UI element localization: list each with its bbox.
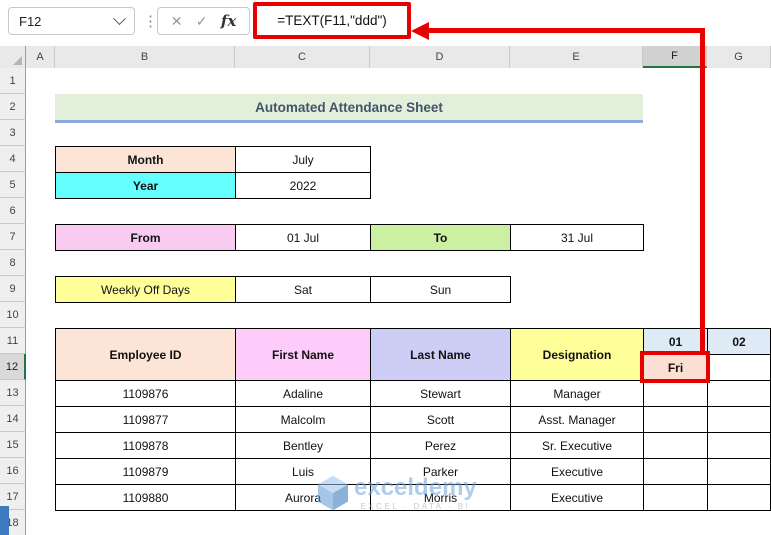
designation-cell[interactable]: Executive <box>510 484 644 511</box>
column-header-a[interactable]: A <box>26 46 55 68</box>
formula-controls: ✕ ✓ fx <box>157 7 250 35</box>
to-label-cell[interactable]: To <box>370 224 511 251</box>
row-header-4[interactable]: 4 <box>0 146 26 172</box>
from-label-cell[interactable]: From <box>55 224 236 251</box>
sheet-title-cell[interactable]: Automated Attendance Sheet <box>55 94 643 123</box>
insert-function-icon[interactable]: fx <box>221 12 236 30</box>
to-value-cell[interactable]: 31 Jul <box>510 224 644 251</box>
designation-cell[interactable]: Manager <box>510 380 644 407</box>
last-name-cell[interactable]: Parker <box>370 458 511 485</box>
column-header-f-selected[interactable]: F <box>643 46 707 68</box>
weekly-off-day1-cell[interactable]: Sat <box>235 276 371 303</box>
attendance-cell-empty[interactable] <box>707 432 771 459</box>
row-header-12-selected[interactable]: 12 <box>0 354 26 380</box>
cancel-icon[interactable]: ✕ <box>171 13 183 30</box>
attendance-cell-empty[interactable] <box>643 484 708 511</box>
row-header-14[interactable]: 14 <box>0 406 26 432</box>
name-box[interactable]: F12 <box>8 7 135 35</box>
designation-cell[interactable]: Asst. Manager <box>510 406 644 433</box>
row-header-6[interactable]: 6 <box>0 198 26 224</box>
cell-g12[interactable] <box>707 354 771 381</box>
formula-bar-region: F12 ⋮ ✕ ✓ fx =TEXT(F11,"ddd") <box>0 0 771 46</box>
annotation-arrow-horizontal <box>428 28 705 33</box>
year-value-cell[interactable]: 2022 <box>235 172 371 199</box>
excel-window: F12 ⋮ ✕ ✓ fx =TEXT(F11,"ddd") A B C D E … <box>0 0 771 535</box>
row-header-8[interactable]: 8 <box>0 250 26 276</box>
row-header-16[interactable]: 16 <box>0 458 26 484</box>
month-label-cell[interactable]: Month <box>55 146 236 173</box>
column-header-g[interactable]: G <box>707 46 771 68</box>
last-name-cell[interactable]: Scott <box>370 406 511 433</box>
attendance-cell-empty[interactable] <box>643 458 708 485</box>
employee-id-cell[interactable]: 1109880 <box>55 484 236 511</box>
column-header-d[interactable]: D <box>370 46 510 68</box>
row-header-9[interactable]: 9 <box>0 276 26 302</box>
first-name-cell[interactable]: Adaline <box>235 380 371 407</box>
employee-id-cell[interactable]: 1109877 <box>55 406 236 433</box>
month-value-cell[interactable]: July <box>235 146 371 173</box>
confirm-icon[interactable]: ✓ <box>196 13 208 30</box>
employee-id-cell[interactable]: 1109878 <box>55 432 236 459</box>
column-header-e[interactable]: E <box>510 46 643 68</box>
first-name-cell[interactable]: Luis <box>235 458 371 485</box>
header-day-02[interactable]: 02 <box>707 328 771 355</box>
weekly-off-label-cell[interactable]: Weekly Off Days <box>55 276 236 303</box>
row-header-11[interactable]: 11 <box>0 328 26 354</box>
attendance-cell-empty[interactable] <box>707 406 771 433</box>
chevron-down-icon[interactable] <box>113 11 126 25</box>
from-value-cell[interactable]: 01 Jul <box>235 224 371 251</box>
header-designation[interactable]: Designation <box>510 328 644 381</box>
last-name-cell[interactable]: Stewart <box>370 380 511 407</box>
row-header-2[interactable]: 2 <box>0 94 26 120</box>
header-employee-id[interactable]: Employee ID <box>55 328 236 381</box>
first-name-cell[interactable]: Bentley <box>235 432 371 459</box>
last-name-cell[interactable]: Perez <box>370 432 511 459</box>
row-header-7[interactable]: 7 <box>0 224 26 250</box>
weekly-off-day2-cell[interactable]: Sun <box>370 276 511 303</box>
last-name-cell[interactable]: Morris <box>370 484 511 511</box>
window-edge-strip <box>0 506 9 535</box>
attendance-cell-empty[interactable] <box>707 458 771 485</box>
row-header-1[interactable]: 1 <box>0 68 26 94</box>
designation-cell[interactable]: Executive <box>510 458 644 485</box>
attendance-cell-empty[interactable] <box>707 484 771 511</box>
attendance-cell-empty[interactable] <box>643 380 708 407</box>
select-all-corner[interactable] <box>0 46 26 68</box>
header-last-name[interactable]: Last Name <box>370 328 511 381</box>
employee-id-cell[interactable]: 1109879 <box>55 458 236 485</box>
attendance-cell-empty[interactable] <box>643 406 708 433</box>
annotation-arrowhead <box>411 22 429 40</box>
year-label-cell[interactable]: Year <box>55 172 236 199</box>
formula-input[interactable]: =TEXT(F11,"ddd") <box>253 2 411 39</box>
name-box-value: F12 <box>19 13 42 29</box>
formula-text: =TEXT(F11,"ddd") <box>277 13 387 28</box>
separator-dots-icon: ⋮ <box>143 13 158 30</box>
annotation-arrow-vertical <box>700 28 705 355</box>
row-header-3[interactable]: 3 <box>0 120 26 146</box>
first-name-cell[interactable]: Malcolm <box>235 406 371 433</box>
column-header-c[interactable]: C <box>235 46 370 68</box>
employee-id-cell[interactable]: 1109876 <box>55 380 236 407</box>
first-name-cell[interactable]: Aurora <box>235 484 371 511</box>
row-header-10[interactable]: 10 <box>0 302 26 328</box>
row-header-15[interactable]: 15 <box>0 432 26 458</box>
column-header-b[interactable]: B <box>55 46 235 68</box>
attendance-cell-empty[interactable] <box>707 380 771 407</box>
header-first-name[interactable]: First Name <box>235 328 371 381</box>
row-header-5[interactable]: 5 <box>0 172 26 198</box>
annotation-red-frame-f12 <box>640 351 710 383</box>
row-header-13[interactable]: 13 <box>0 380 26 406</box>
designation-cell[interactable]: Sr. Executive <box>510 432 644 459</box>
attendance-cell-empty[interactable] <box>643 432 708 459</box>
